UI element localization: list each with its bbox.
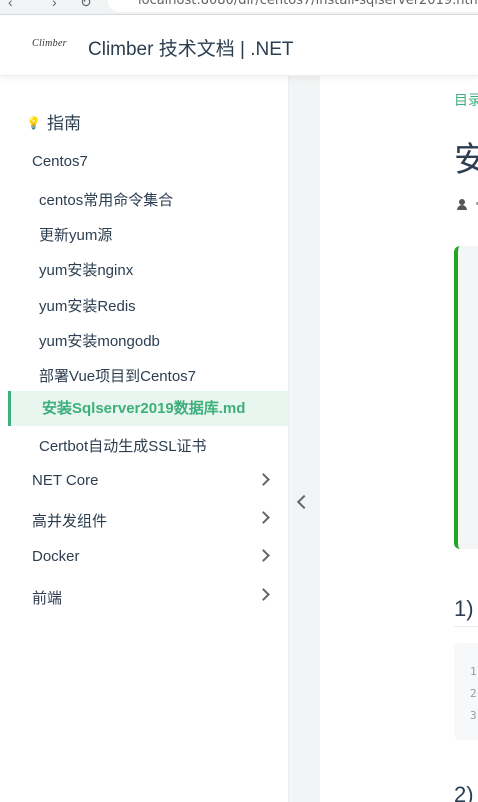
sidebar-item-install-sqlserver[interactable]: 安装Sqlserver2019数据库.md xyxy=(8,391,288,426)
address-bar[interactable]: localhost:8080/dir/centos7/install-sqlse… xyxy=(108,0,478,12)
code-line-number: 2 xyxy=(470,687,477,700)
section-heading-2: 2) xyxy=(454,782,474,802)
sidebar-group-label: 高并发组件 xyxy=(32,513,108,530)
sidebar-group-docker[interactable]: Docker xyxy=(32,548,272,565)
sidebar-group-concurrency[interactable]: 高并发组件 xyxy=(32,510,272,531)
sidebar-item-yum-mongodb[interactable]: yum安装mongodb xyxy=(39,330,160,351)
main-content: 目录 安 C C 行 H H H H 1) 1 2 3 2) xyxy=(320,76,478,802)
top-navbar: Climber Climber 技术文档 | .NET xyxy=(0,15,478,76)
reload-icon[interactable]: ↻ xyxy=(80,0,92,11)
sidebar-group-label: Docker xyxy=(32,548,80,565)
sidebar-item-update-yum[interactable]: 更新yum源 xyxy=(39,224,112,245)
sidebar-item-certbot-ssl[interactable]: Certbot自动生成SSL证书 xyxy=(39,435,207,456)
code-block: 1 2 3 xyxy=(454,643,478,740)
sidebar-group-frontend[interactable]: 前端 xyxy=(32,587,272,608)
sidebar-group-centos7[interactable]: Centos7 xyxy=(32,153,88,170)
forward-arrow-icon[interactable]: › xyxy=(52,0,57,10)
sidebar-item-yum-nginx[interactable]: yum安装nginx xyxy=(39,259,133,280)
back-arrow-icon[interactable]: ‹ xyxy=(8,0,13,10)
sidebar-item-centos-commands[interactable]: centos常用命令集合 xyxy=(39,189,173,210)
chevron-right-icon xyxy=(257,549,270,562)
sidebar-heading-label: 指南 xyxy=(46,114,81,133)
chevron-right-icon xyxy=(257,588,270,601)
site-title[interactable]: Climber 技术文档 | .NET xyxy=(88,34,294,61)
site-logo[interactable]: Climber xyxy=(32,38,67,49)
sidebar-group-label: NET Core xyxy=(32,472,99,489)
section-heading-1: 1) xyxy=(454,596,474,621)
sidebar-toggle-strip[interactable] xyxy=(289,76,320,802)
sidebar-group-netcore[interactable]: NET Core xyxy=(32,472,272,489)
author-icon xyxy=(457,199,467,210)
lightbulb-icon: 💡 xyxy=(26,116,41,130)
tip-box: C C 行 H H H H xyxy=(454,246,478,549)
toc-link[interactable]: 目录 xyxy=(454,90,478,110)
page-title: 安 xyxy=(454,141,478,179)
code-line-number: 1 xyxy=(470,665,477,678)
chevron-right-icon xyxy=(257,511,270,524)
sidebar-group-label: 前端 xyxy=(32,590,63,607)
sidebar: 💡 指南 Centos7 centos常用命令集合 更新yum源 yum安装ngi… xyxy=(0,76,289,802)
browser-toolbar: ‹ › ↻ localhost:8080/dir/centos7/install… xyxy=(0,0,478,15)
code-line-number: 3 xyxy=(470,709,477,722)
section-divider xyxy=(454,626,478,627)
sidebar-heading[interactable]: 💡 指南 xyxy=(26,109,81,134)
sidebar-item-deploy-vue[interactable]: 部署Vue项目到Centos7 xyxy=(39,365,196,386)
chevron-right-icon xyxy=(257,473,270,486)
sidebar-item-yum-redis[interactable]: yum安装Redis xyxy=(39,295,136,316)
